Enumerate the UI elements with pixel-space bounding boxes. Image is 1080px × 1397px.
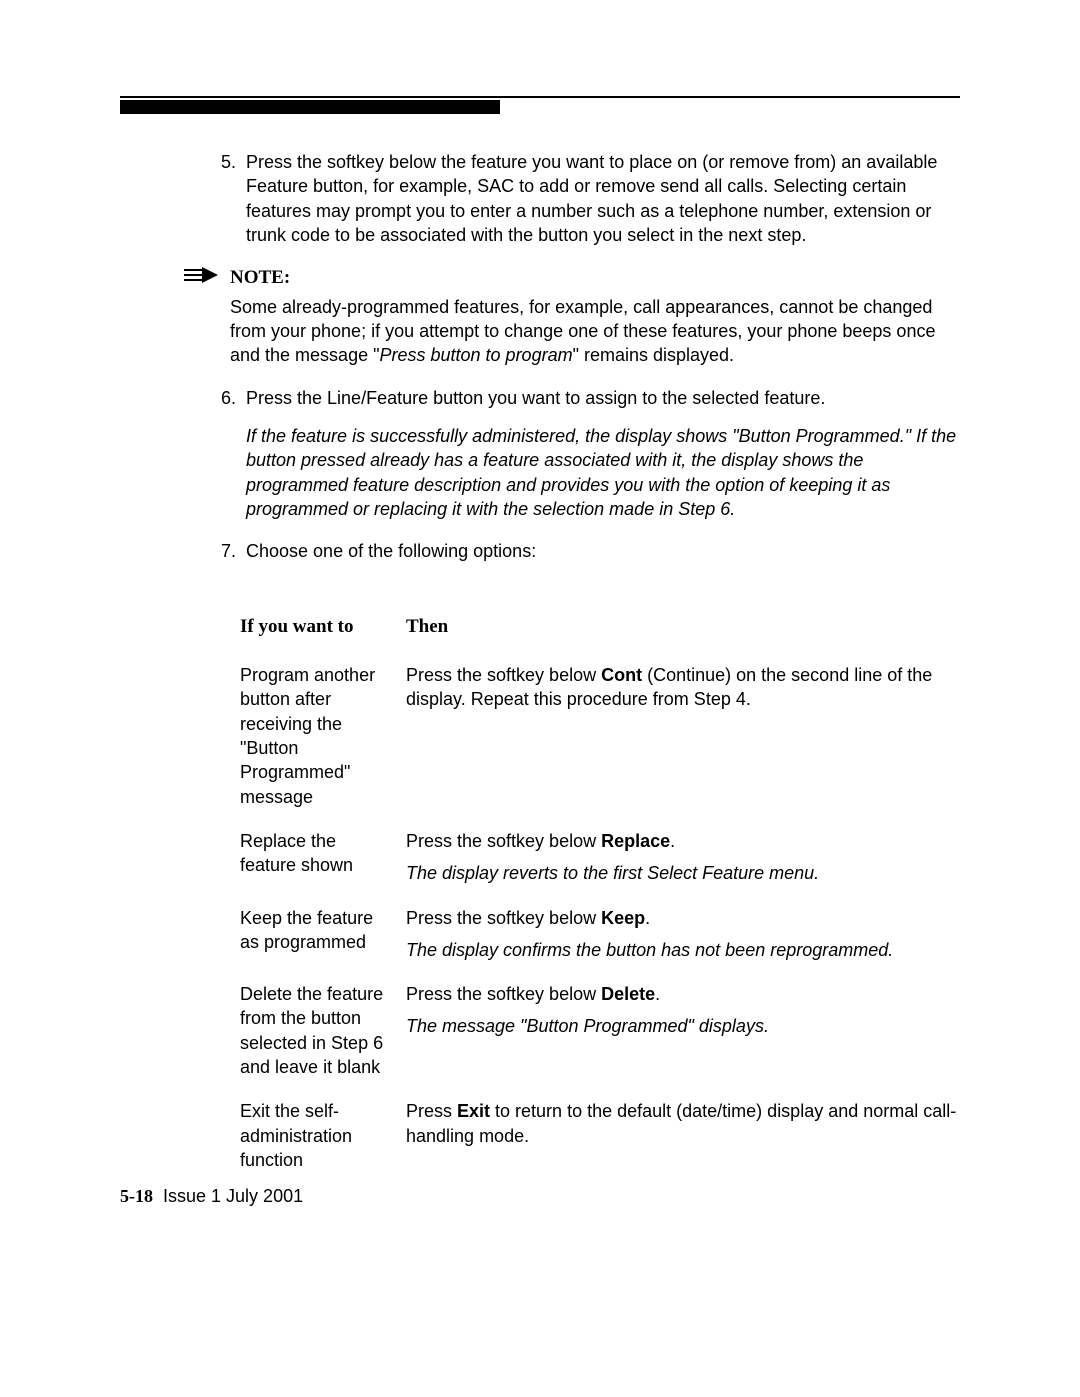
table-then: Press the softkey below Cont (Continue) … xyxy=(406,653,1000,819)
table-header-then: Then xyxy=(406,604,1000,654)
table-if: Replace the feature shown xyxy=(240,819,406,896)
table-then: Press Exit to return to the default (dat… xyxy=(406,1089,1000,1182)
then-bold: Replace xyxy=(601,831,670,851)
header-rule xyxy=(120,96,960,98)
then-result: The display confirms the button has not … xyxy=(406,938,984,962)
step-number: 5. xyxy=(200,150,246,247)
then-pre: Press the softkey below xyxy=(406,831,601,851)
page-number: 5-18 xyxy=(120,1186,153,1206)
then-pre: Press the softkey below xyxy=(406,984,601,1004)
then-post: . xyxy=(670,831,675,851)
table-then: Press the softkey below Keep. The displa… xyxy=(406,896,1000,973)
issue-text: Issue 1 July 2001 xyxy=(163,1186,303,1206)
step-6: 6. Press the Line/Feature button you wan… xyxy=(200,386,960,521)
step-text: Press the Line/Feature button you want t… xyxy=(246,386,960,410)
table-row: Keep the feature as programmed Press the… xyxy=(240,896,1000,973)
then-bold: Cont xyxy=(601,665,642,685)
note-label: NOTE: xyxy=(230,265,290,291)
then-post: . xyxy=(645,908,650,928)
then-post: . xyxy=(655,984,660,1004)
table-then: Press the softkey below Delete. The mess… xyxy=(406,972,1000,1089)
step-body: Press the Line/Feature button you want t… xyxy=(246,386,960,521)
then-bold: Delete xyxy=(601,984,655,1004)
page: 5. Press the softkey below the feature y… xyxy=(0,0,1080,1397)
note-body: Some already-programmed features, for ex… xyxy=(230,295,960,368)
then-result: The display reverts to the first Select … xyxy=(406,861,984,885)
table-row: Program another button after receiving t… xyxy=(240,653,1000,819)
table-if: Keep the feature as programmed xyxy=(240,896,406,973)
table-row: Delete the feature from the button selec… xyxy=(240,972,1000,1089)
table-header-if: If you want to xyxy=(240,604,406,654)
then-pre: Press xyxy=(406,1101,457,1121)
note-header: NOTE: xyxy=(182,265,960,291)
note-text-italic: Press button to program xyxy=(379,345,572,365)
step-5: 5. Press the softkey below the feature y… xyxy=(200,150,960,247)
table-if: Program another button after receiving t… xyxy=(240,653,406,819)
step-number: 6. xyxy=(200,386,246,521)
table-then: Press the softkey below Replace. The dis… xyxy=(406,819,1000,896)
step-result: If the feature is successfully administe… xyxy=(246,424,960,521)
then-bold: Keep xyxy=(601,908,645,928)
table-row: Exit the self-adminis­tration function P… xyxy=(240,1089,1000,1182)
step-number: 7. xyxy=(200,539,246,563)
then-bold: Exit xyxy=(457,1101,490,1121)
header-bar xyxy=(120,100,500,114)
body-content: 5. Press the softkey below the feature y… xyxy=(200,150,960,1182)
note-text-post: " remains displayed. xyxy=(573,345,734,365)
table-header-row: If you want to Then xyxy=(240,604,1000,654)
options-table: If you want to Then Program another butt… xyxy=(240,604,1000,1183)
table-row: Replace the feature shown Press the soft… xyxy=(240,819,1000,896)
page-footer: 5-18 Issue 1 July 2001 xyxy=(120,1186,303,1207)
table-if: Delete the feature from the button selec… xyxy=(240,972,406,1089)
table-if: Exit the self-adminis­tration function xyxy=(240,1089,406,1182)
then-pre: Press the softkey below xyxy=(406,908,601,928)
then-pre: Press the softkey below xyxy=(406,665,601,685)
then-result: The message "Button Programmed" displays… xyxy=(406,1014,984,1038)
step-text: Press the softkey below the feature you … xyxy=(246,150,960,247)
step-7: 7. Choose one of the following options: xyxy=(200,539,960,563)
note-arrow-icon xyxy=(182,266,222,290)
step-text: Choose one of the following options: xyxy=(246,539,960,563)
note-block: NOTE: Some already-programmed features, … xyxy=(200,265,960,368)
